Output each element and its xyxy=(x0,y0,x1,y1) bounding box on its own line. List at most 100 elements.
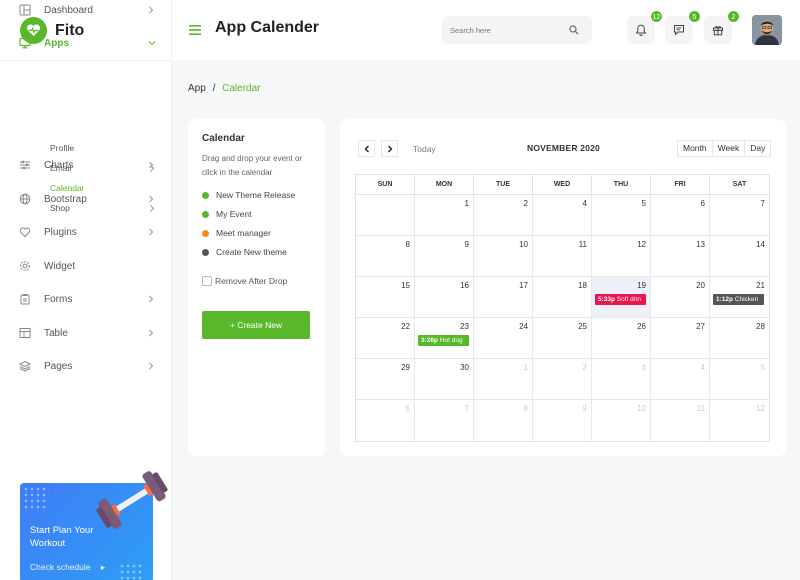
calendar-day-cell[interactable]: 11 xyxy=(651,400,710,441)
event-time: 5:33p xyxy=(598,296,615,303)
calendar-day-cell[interactable]: 20 xyxy=(651,277,710,318)
calendar-day-cell[interactable]: 26 xyxy=(592,318,651,359)
search-input[interactable] xyxy=(450,23,560,37)
calendar-day-cell[interactable]: 14 xyxy=(710,236,769,277)
calendar-day-cell[interactable]: 19 5:33p Soft drin xyxy=(592,277,651,318)
event-title: Chicken xyxy=(734,296,759,303)
calendar-day-cell[interactable]: 1 xyxy=(415,195,474,236)
calendar-day-cell[interactable]: 4 xyxy=(651,359,710,400)
calendar-day-cell[interactable]: 23 3:26p Hot dog xyxy=(415,318,474,359)
calendar-day-cell[interactable]: 25 xyxy=(533,318,592,359)
sidebar-item-table[interactable]: Table xyxy=(0,323,172,343)
calendar-event[interactable]: 1:12p Chicken xyxy=(713,294,764,305)
view-week-button[interactable]: Week xyxy=(713,141,746,156)
calendar-day-cell[interactable]: 21 1:12p Chicken xyxy=(710,277,769,318)
sidebar-item-forms[interactable]: Forms xyxy=(0,289,172,309)
event-title: Soft drin xyxy=(616,296,642,303)
calendar-day-cell[interactable]: 8 xyxy=(356,236,415,277)
sidebar-divider xyxy=(0,60,172,61)
clipboard-icon xyxy=(20,294,30,305)
calendar-day-cell[interactable]: 7 xyxy=(415,400,474,441)
sidebar-item-pages[interactable]: Pages xyxy=(0,356,172,376)
day-number: 5 xyxy=(760,363,765,372)
events-panel-title: Calendar xyxy=(202,133,245,144)
calendar-event[interactable]: 5:33p Soft drin xyxy=(595,294,646,305)
calendar-day-cell[interactable]: 24 xyxy=(474,318,533,359)
gifts-button[interactable]: 2 xyxy=(704,10,740,44)
calendar-day-cell[interactable]: 5 xyxy=(592,195,651,236)
sidebar-item-dashboard[interactable]: Dashboard xyxy=(0,0,172,20)
heart-icon xyxy=(19,227,31,238)
calendar-day-cell[interactable]: 10 xyxy=(592,400,651,441)
calendar-day-cell[interactable]: 11 xyxy=(533,236,592,277)
next-month-button[interactable] xyxy=(381,140,398,157)
weekday-header: TUE xyxy=(474,175,533,195)
messages-button[interactable]: 5 xyxy=(665,10,701,44)
globe-icon xyxy=(19,193,31,205)
remove-after-drop-checkbox[interactable] xyxy=(202,276,212,286)
prev-month-button[interactable] xyxy=(358,140,375,157)
notifications-button[interactable]: 12 xyxy=(627,10,663,44)
calendar-day-cell[interactable]: 16 xyxy=(415,277,474,318)
calendar-day-cell[interactable]: 6 xyxy=(356,400,415,441)
create-new-button[interactable]: + Create New xyxy=(202,311,310,339)
day-number: 12 xyxy=(637,240,646,249)
sidebar-item-apps[interactable]: Apps xyxy=(0,33,172,53)
calendar-day-cell[interactable]: 10 xyxy=(474,236,533,277)
day-number: 11 xyxy=(696,404,705,413)
search-icon[interactable] xyxy=(569,25,579,35)
day-number: 19 xyxy=(637,281,646,290)
calendar-day-cell[interactable]: 22 xyxy=(356,318,415,359)
draggable-event[interactable]: New Theme Release xyxy=(202,190,295,200)
notifications-count-badge: 12 xyxy=(650,10,663,23)
draggable-event[interactable]: Create New theme xyxy=(202,247,287,257)
calendar-day-cell[interactable]: 18 xyxy=(533,277,592,318)
calendar-day-cell[interactable]: 15 xyxy=(356,277,415,318)
calendar-day-cell[interactable]: 5 xyxy=(710,359,769,400)
calendar-day-cell[interactable]: 17 xyxy=(474,277,533,318)
calendar-day-cell[interactable]: 7 xyxy=(710,195,769,236)
calendar-day-cell[interactable] xyxy=(356,195,415,236)
draggable-event[interactable]: Meet manager xyxy=(202,228,271,238)
draggable-event[interactable]: My Event xyxy=(202,209,251,219)
sidebar-subitem-shop[interactable]: Shop xyxy=(50,203,70,213)
sidebar-item-bootstrap[interactable]: Bootstrap xyxy=(0,189,172,209)
view-day-button[interactable]: Day xyxy=(745,141,770,156)
calendar-day-cell[interactable]: 29 xyxy=(356,359,415,400)
calendar-day-cell[interactable]: 4 xyxy=(533,195,592,236)
sidebar-subitem-email[interactable]: Email xyxy=(50,163,71,173)
chevron-right-icon xyxy=(149,195,154,203)
calendar-day-cell[interactable]: 1 xyxy=(474,359,533,400)
breadcrumb-root[interactable]: App xyxy=(188,83,206,94)
calendar-day-cell[interactable]: 2 xyxy=(474,195,533,236)
day-number: 4 xyxy=(582,199,587,208)
sidebar-item-charts[interactable]: Charts xyxy=(0,155,172,175)
calendar-day-cell[interactable]: 2 xyxy=(533,359,592,400)
sidebar-subitem-profile[interactable]: Profile xyxy=(50,143,74,153)
calendar-day-cell[interactable]: 6 xyxy=(651,195,710,236)
check-schedule-link[interactable]: Check schedule ▸ xyxy=(30,562,105,573)
sidebar-subitem-calendar[interactable]: Calendar xyxy=(50,183,85,193)
calendar-day-cell[interactable]: 8 xyxy=(474,400,533,441)
bell-icon xyxy=(635,24,647,36)
calendar-day-cell[interactable]: 27 xyxy=(651,318,710,359)
calendar-day-cell[interactable]: 9 xyxy=(415,236,474,277)
today-button[interactable]: Today xyxy=(413,144,436,154)
sidebar-item-widget[interactable]: Widget xyxy=(0,256,172,276)
user-avatar[interactable] xyxy=(752,15,782,45)
event-time: 1:12p xyxy=(716,296,733,303)
calendar-day-cell[interactable]: 30 xyxy=(415,359,474,400)
hamburger-menu-icon[interactable] xyxy=(189,24,201,36)
calendar-day-cell[interactable]: 12 xyxy=(710,400,769,441)
chat-icon xyxy=(674,25,684,36)
calendar-event[interactable]: 3:26p Hot dog xyxy=(418,335,469,346)
view-month-button[interactable]: Month xyxy=(678,141,713,156)
calendar-day-cell[interactable]: 3 xyxy=(592,359,651,400)
sidebar-item-plugins[interactable]: Plugins xyxy=(0,222,172,242)
day-number: 13 xyxy=(696,240,705,249)
day-number: 1 xyxy=(464,199,469,208)
calendar-day-cell[interactable]: 9 xyxy=(533,400,592,441)
calendar-day-cell[interactable]: 13 xyxy=(651,236,710,277)
calendar-day-cell[interactable]: 28 xyxy=(710,318,769,359)
calendar-day-cell[interactable]: 12 xyxy=(592,236,651,277)
